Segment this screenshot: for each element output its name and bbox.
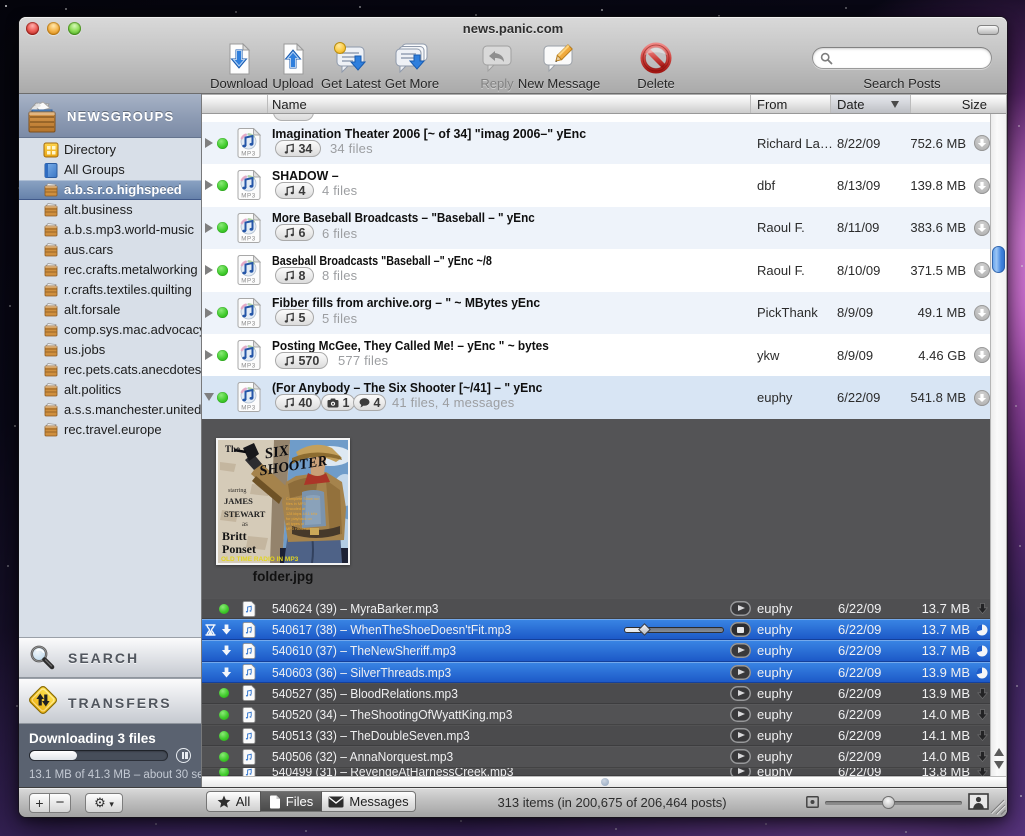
svg-text:MP3: MP3 [241,320,256,327]
svg-text:OLD TIME RADIO IN MP3: OLD TIME RADIO IN MP3 [221,556,299,563]
svg-text:Britt: Britt [222,529,247,543]
svg-text:Complete Show run: Complete Show run [286,497,319,501]
svg-text:The: The [225,444,240,454]
svg-text:files in MP3: files in MP3 [286,502,306,506]
svg-text:Encoded at: Encoded at [286,507,306,511]
svg-text:MP3: MP3 [241,193,256,200]
svg-text:starring: starring [228,488,246,494]
svg-text:for playback on: for playback on [286,517,312,521]
svg-text:Ponset: Ponset [222,542,256,556]
svg-text:MP3: MP3 [241,405,256,412]
svg-text:MP3: MP3 [241,278,256,285]
svg-text:all types of: all types of [286,522,305,526]
svg-text:STEWART: STEWART [224,509,266,519]
svg-text:MP3: MP3 [241,151,256,158]
svg-text:MP3: MP3 [241,363,256,370]
svg-text:as: as [242,520,248,528]
svg-text:MP3: MP3 [241,235,256,242]
svg-text:JAMES: JAMES [224,496,253,506]
svg-text:MP3 Hardware: MP3 Hardware [286,527,311,531]
svg-text:128 kbps 44.1 kHz: 128 kbps 44.1 kHz [286,512,318,516]
